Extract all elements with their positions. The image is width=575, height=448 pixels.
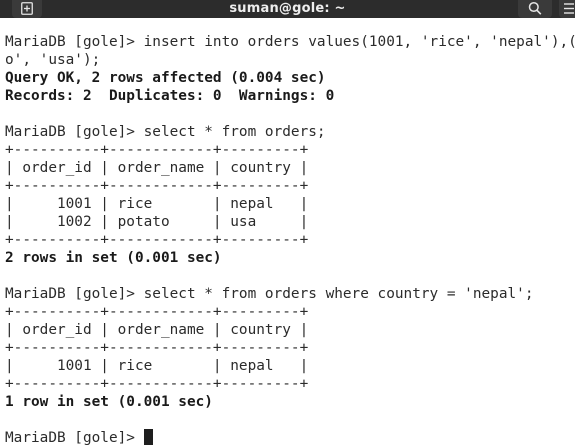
- window-title: suman@gole: ~: [229, 1, 346, 16]
- query-result-line: 2 rows in set (0.001 sec): [5, 250, 222, 266]
- terminal-output[interactable]: MariaDB [gole]> insert into orders value…: [5, 33, 575, 447]
- table-row: | 1002 | potato | usa |: [5, 214, 309, 230]
- table-header-row: | order_id | order_name | country |: [5, 322, 309, 338]
- table-border: +----------+------------+---------+: [5, 232, 309, 248]
- terminal-window: suman@gole: ~ MariaDB [gole]> insert int…: [0, 0, 575, 448]
- query-result-line: Records: 2 Duplicates: 0 Warnings: 0: [5, 88, 335, 104]
- table-header-row: | order_id | order_name | country |: [5, 160, 309, 176]
- table-border: +----------+------------+---------+: [5, 304, 309, 320]
- table-border: +----------+------------+---------+: [5, 178, 309, 194]
- terminal-line: MariaDB [gole]> select * from orders whe…: [5, 286, 534, 302]
- table-row: | 1001 | rice | nepal |: [5, 358, 309, 374]
- title-bar: suman@gole: ~: [0, 0, 575, 18]
- search-icon: [528, 1, 542, 15]
- prompt-text: MariaDB [gole]>: [5, 430, 144, 446]
- table-border: +----------+------------+---------+: [5, 142, 309, 158]
- query-result-line: 1 row in set (0.001 sec): [5, 394, 213, 410]
- table-row: | 1001 | rice | nepal |: [5, 196, 309, 212]
- terminal-line: MariaDB [gole]> select * from orders;: [5, 124, 326, 140]
- terminal-line: MariaDB [gole]> insert into orders value…: [5, 34, 575, 50]
- terminal-line: o', 'usa');: [5, 52, 101, 68]
- menu-button[interactable]: [559, 0, 575, 18]
- search-button[interactable]: [518, 0, 552, 18]
- table-border: +----------+------------+---------+: [5, 340, 309, 356]
- query-result-line: Query OK, 2 rows affected (0.004 sec): [5, 70, 326, 86]
- hamburger-menu-icon: [564, 3, 574, 14]
- text-cursor: [143, 429, 153, 445]
- table-border: +----------+------------+---------+: [5, 376, 309, 392]
- prompt-line[interactable]: MariaDB [gole]>: [5, 429, 575, 447]
